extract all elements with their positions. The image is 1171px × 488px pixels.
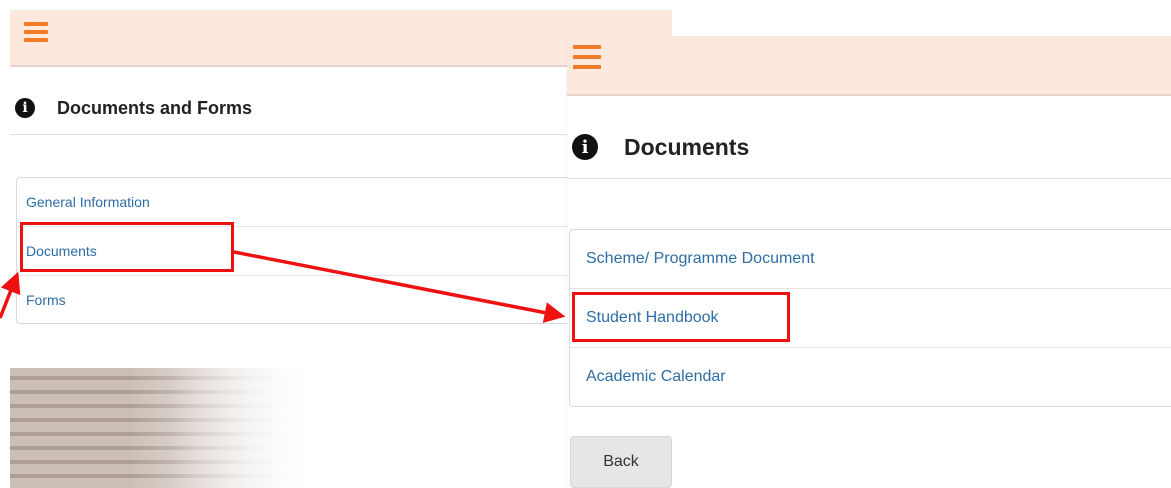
right-screenshot: i Documents Scheme/ Programme Document S…: [567, 36, 1171, 488]
hamburger-icon[interactable]: [24, 22, 48, 42]
student-handbook-highlight: [572, 292, 790, 342]
page-title-text: Documents and Forms: [57, 97, 253, 118]
back-button[interactable]: Back: [570, 436, 672, 488]
page-title: i Documents: [567, 116, 1171, 179]
building-background-image: [10, 368, 310, 488]
info-icon: i: [15, 98, 35, 118]
documents-highlight: [20, 222, 234, 272]
link-scheme-programme-document[interactable]: Scheme/ Programme Document: [570, 230, 1171, 289]
info-icon: i: [572, 134, 598, 160]
hamburger-icon[interactable]: [573, 45, 601, 69]
link-academic-calendar[interactable]: Academic Calendar: [570, 348, 1171, 406]
top-bar: [567, 36, 1171, 96]
page-title-text: Documents: [624, 133, 750, 160]
